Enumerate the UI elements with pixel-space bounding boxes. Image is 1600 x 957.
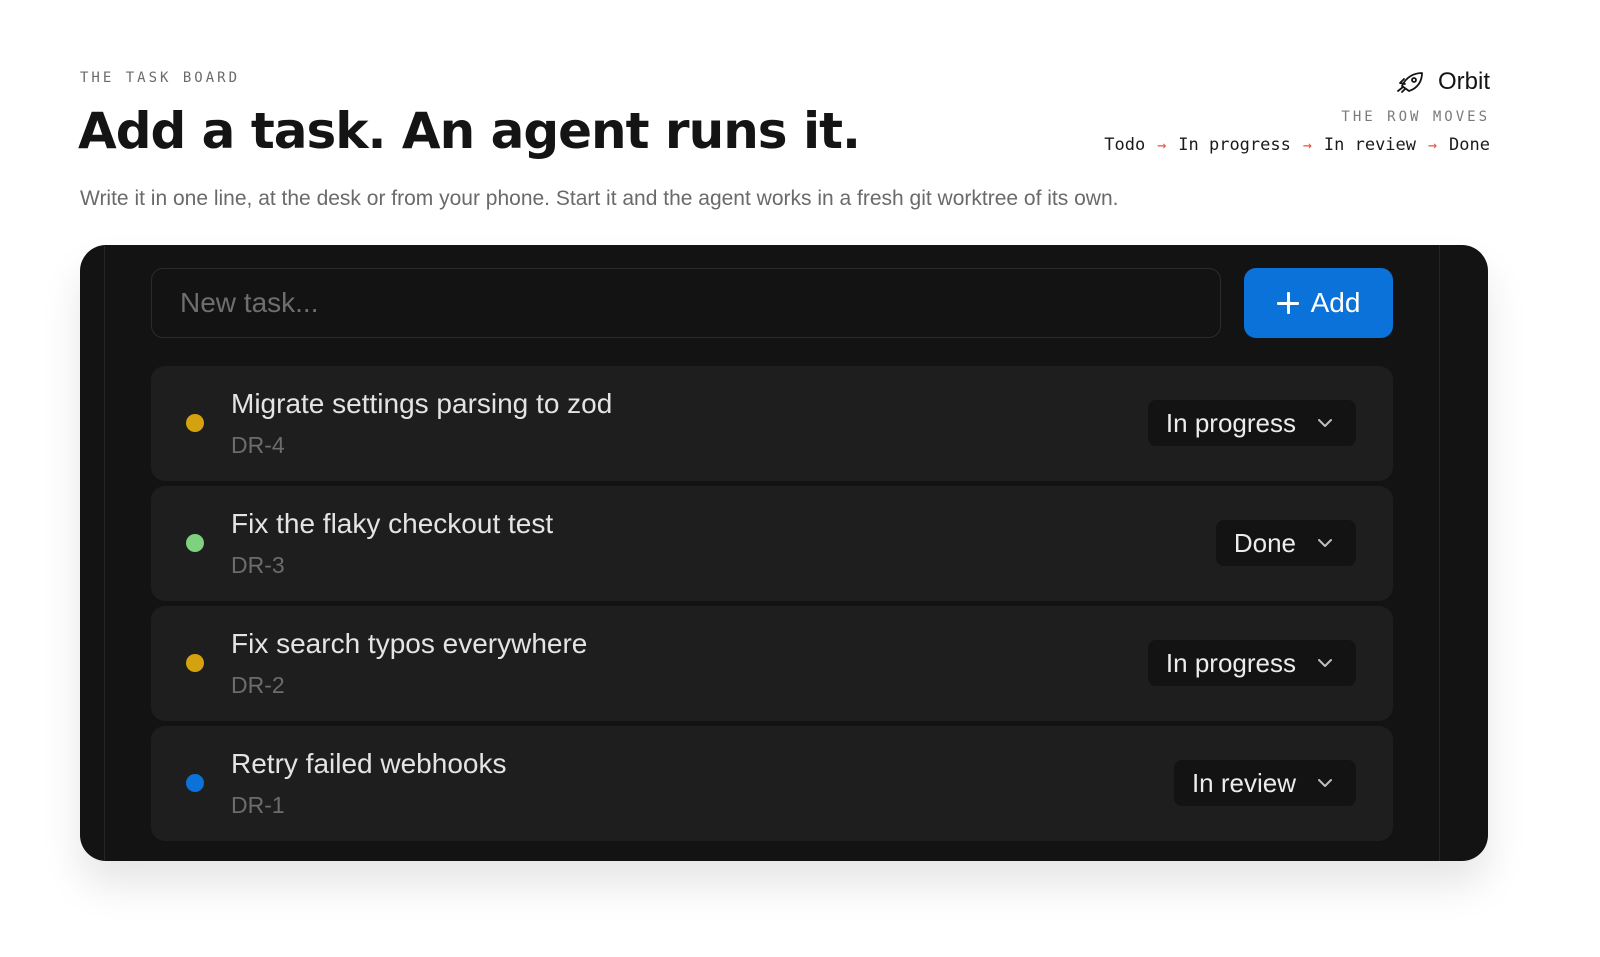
status-flow: Todo → In progress → In review → Done	[1104, 135, 1490, 155]
status-dropdown-value: Done	[1233, 527, 1296, 558]
status-dot	[186, 534, 204, 552]
status-dropdown[interactable]: In review	[1173, 760, 1356, 806]
rocket-icon	[1396, 71, 1424, 93]
section-eyebrow: THE TASK BOARD	[80, 70, 241, 86]
task-row[interactable]: Retry failed webhooks DR-1 In review	[151, 726, 1393, 841]
plus-icon	[1276, 292, 1299, 314]
task-title: Fix search typos everywhere	[231, 628, 588, 659]
panel-divider	[1439, 245, 1440, 861]
brand: Orbit	[1396, 68, 1490, 96]
status-dot	[186, 654, 204, 672]
chevron-down-icon	[1318, 778, 1332, 788]
status-dropdown-value: In progress	[1165, 407, 1296, 438]
arrow-right-icon: →	[1157, 136, 1167, 154]
chevron-down-icon	[1318, 538, 1332, 548]
add-task-label: Add	[1310, 287, 1361, 318]
status-dropdown[interactable]: Done	[1215, 520, 1356, 566]
page-title: Add a task. An agent runs it.	[78, 102, 861, 160]
arrow-right-icon: →	[1428, 136, 1438, 154]
task-board-panel: Add Migrate settings parsing to zod DR-4…	[80, 245, 1488, 861]
flow-label: THE ROW MOVES	[1341, 109, 1490, 125]
arrow-right-icon: →	[1302, 136, 1312, 154]
status-dropdown-value: In progress	[1165, 647, 1296, 678]
chevron-down-icon	[1318, 658, 1332, 668]
brand-name: Orbit	[1437, 68, 1490, 95]
task-id: DR-2	[231, 672, 285, 698]
status-dropdown-value: In review	[1191, 767, 1296, 798]
status-dropdown[interactable]: In progress	[1147, 640, 1356, 686]
new-task-input[interactable]	[151, 268, 1221, 338]
task-row[interactable]: Fix the flaky checkout test DR-3 Done	[151, 486, 1393, 601]
task-id: DR-1	[231, 792, 285, 818]
task-id: DR-3	[231, 552, 285, 578]
status-dot	[186, 414, 204, 432]
flow-step-in-review: In review	[1323, 135, 1417, 155]
task-list: Migrate settings parsing to zod DR-4 In …	[151, 366, 1393, 841]
task-title: Retry failed webhooks	[231, 748, 507, 779]
page-subtitle: Write it in one line, at the desk or fro…	[80, 187, 1119, 210]
flow-step-in-progress: In progress	[1178, 135, 1291, 155]
task-title: Migrate settings parsing to zod	[231, 388, 613, 419]
task-id: DR-4	[231, 432, 285, 458]
chevron-down-icon	[1318, 418, 1332, 428]
flow-step-todo: Todo	[1104, 135, 1146, 155]
flow-step-done: Done	[1449, 135, 1490, 155]
add-task-button[interactable]: Add	[1244, 268, 1393, 338]
task-row[interactable]: Fix search typos everywhere DR-2 In prog…	[151, 606, 1393, 721]
status-dot	[186, 774, 204, 792]
panel-divider	[104, 245, 105, 861]
task-title: Fix the flaky checkout test	[231, 508, 554, 539]
status-dropdown[interactable]: In progress	[1147, 400, 1356, 446]
task-row[interactable]: Migrate settings parsing to zod DR-4 In …	[151, 366, 1393, 481]
